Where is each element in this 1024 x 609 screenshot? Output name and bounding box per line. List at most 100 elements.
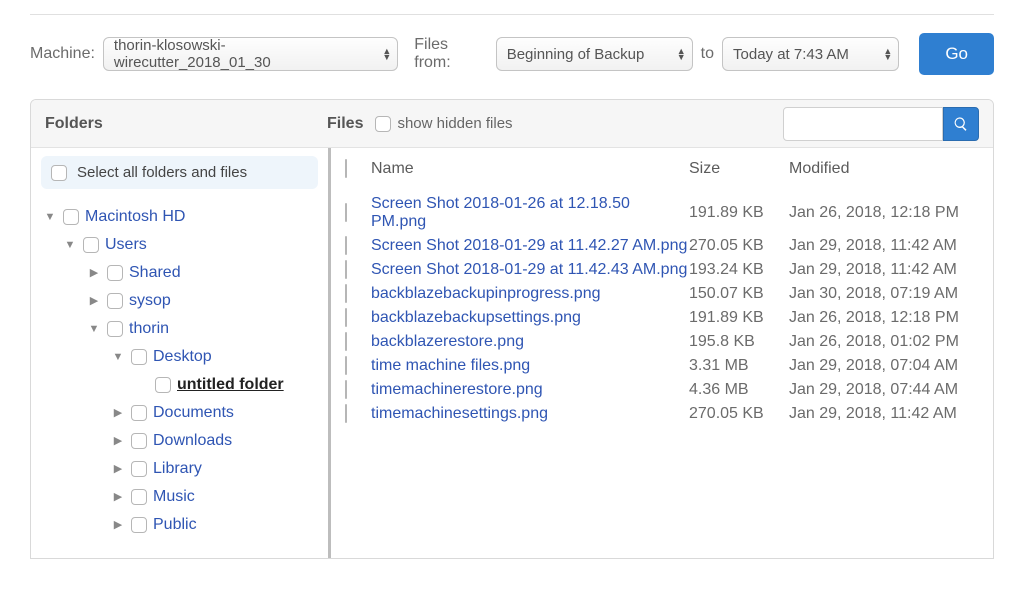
updown-icon: ▲▼: [883, 48, 892, 60]
search-button[interactable]: [943, 107, 979, 141]
file-name: time machine files.png: [371, 357, 689, 375]
folder-row[interactable]: ▶Shared: [31, 259, 328, 287]
to-select-value: Today at 7:43 AM: [733, 46, 849, 63]
search-input[interactable]: [783, 107, 943, 141]
folder-row[interactable]: ▼ Users: [31, 231, 328, 259]
folder-checkbox[interactable]: [83, 237, 99, 253]
chevron-down-icon[interactable]: ▼: [87, 319, 101, 339]
chevron-down-icon[interactable]: ▼: [111, 347, 125, 367]
updown-icon: ▲▼: [382, 48, 391, 60]
folder-checkbox[interactable]: [131, 433, 147, 449]
file-size: 4.36 MB: [689, 381, 789, 399]
file-row[interactable]: time machine files.png3.31 MBJan 29, 201…: [345, 354, 979, 378]
folder-label: Library: [153, 459, 202, 479]
file-modified: Jan 26, 2018, 12:18 PM: [789, 204, 979, 222]
folder-checkbox[interactable]: [107, 293, 123, 309]
folder-row[interactable]: ▼ Macintosh HD: [31, 203, 328, 231]
folder-checkbox[interactable]: [131, 489, 147, 505]
file-row[interactable]: timemachinesettings.png270.05 KBJan 29, …: [345, 402, 979, 426]
search-icon: [953, 116, 969, 132]
file-row[interactable]: backblazebackupsettings.png191.89 KBJan …: [345, 306, 979, 330]
file-modified: Jan 29, 2018, 11:42 AM: [789, 261, 979, 279]
file-size: 191.89 KB: [689, 309, 789, 327]
filter-bar: Machine: thorin-klosowski-wirecutter_201…: [0, 15, 1024, 99]
file-name: timemachinerestore.png: [371, 381, 689, 399]
folder-row[interactable]: ▶Downloads: [31, 427, 328, 455]
folder-label: Users: [105, 235, 147, 255]
folder-checkbox[interactable]: [107, 265, 123, 281]
file-checkbox[interactable]: [345, 203, 347, 222]
chevron-down-icon[interactable]: ▼: [63, 235, 77, 255]
folder-row[interactable]: untitled folder: [31, 371, 328, 399]
file-row[interactable]: backblazerestore.png195.8 KBJan 26, 2018…: [345, 330, 979, 354]
folder-checkbox[interactable]: [131, 405, 147, 421]
file-list: Screen Shot 2018-01-26 at 12.18.50 PM.pn…: [331, 188, 993, 430]
file-row[interactable]: timemachinerestore.png4.36 MBJan 29, 201…: [345, 378, 979, 402]
folder-label: sysop: [129, 291, 171, 311]
file-row[interactable]: Screen Shot 2018-01-29 at 11.42.43 AM.pn…: [345, 258, 979, 282]
file-name: backblazebackupsettings.png: [371, 309, 689, 327]
to-label: to: [701, 45, 714, 63]
file-row[interactable]: backblazebackupinprogress.png150.07 KBJa…: [345, 282, 979, 306]
machine-select[interactable]: thorin-klosowski-wirecutter_2018_01_30 ▲…: [103, 37, 398, 71]
file-checkbox[interactable]: [345, 284, 347, 303]
file-size: 193.24 KB: [689, 261, 789, 279]
file-checkbox[interactable]: [345, 236, 347, 255]
chevron-right-icon[interactable]: ▶: [111, 431, 125, 451]
go-button[interactable]: Go: [919, 33, 994, 75]
search-wrap: [783, 107, 979, 141]
col-size[interactable]: Size: [689, 160, 789, 178]
folder-row[interactable]: ▼Desktop: [31, 343, 328, 371]
panel-body: Select all folders and files ▼ Macintosh …: [31, 148, 993, 558]
file-name: backblazebackupinprogress.png: [371, 285, 689, 303]
file-modified: Jan 26, 2018, 01:02 PM: [789, 333, 979, 351]
select-all-files-checkbox[interactable]: [345, 159, 347, 178]
checkbox-icon: [375, 116, 391, 132]
folder-checkbox[interactable]: [131, 461, 147, 477]
file-checkbox[interactable]: [345, 260, 347, 279]
from-select-value: Beginning of Backup: [507, 46, 645, 63]
file-checkbox[interactable]: [345, 332, 347, 351]
folder-row[interactable]: ▶ Library: [31, 455, 328, 483]
folder-checkbox[interactable]: [131, 349, 147, 365]
folder-checkbox[interactable]: [155, 377, 171, 393]
select-all-row[interactable]: Select all folders and files: [41, 156, 318, 189]
folder-row[interactable]: ▶Documents: [31, 399, 328, 427]
col-modified[interactable]: Modified: [789, 160, 979, 178]
folder-row[interactable]: ▶Music: [31, 483, 328, 511]
machine-label: Machine:: [30, 45, 95, 63]
show-hidden-toggle[interactable]: show hidden files: [375, 115, 512, 132]
file-size: 195.8 KB: [689, 333, 789, 351]
file-checkbox[interactable]: [345, 380, 347, 399]
file-checkbox[interactable]: [345, 404, 347, 423]
chevron-right-icon[interactable]: ▶: [87, 291, 101, 311]
chevron-down-icon[interactable]: ▼: [43, 207, 57, 227]
col-name[interactable]: Name: [371, 160, 689, 178]
chevron-right-icon[interactable]: ▶: [87, 263, 101, 283]
file-header: Name Size Modified: [331, 148, 993, 188]
files-pane: Name Size Modified Screen Shot 2018-01-2…: [331, 148, 993, 558]
files-from-label: Files from:: [414, 36, 487, 72]
folder-row[interactable]: ▼thorin: [31, 315, 328, 343]
chevron-right-icon[interactable]: ▶: [111, 403, 125, 423]
folder-label: Macintosh HD: [85, 207, 185, 227]
file-name: backblazerestore.png: [371, 333, 689, 351]
file-row[interactable]: Screen Shot 2018-01-29 at 11.42.27 AM.pn…: [345, 234, 979, 258]
file-modified: Jan 29, 2018, 11:42 AM: [789, 237, 979, 255]
machine-select-value: thorin-klosowski-wirecutter_2018_01_30: [114, 37, 374, 71]
file-checkbox[interactable]: [345, 308, 347, 327]
folder-checkbox[interactable]: [107, 321, 123, 337]
folder-row[interactable]: ▶ sysop: [31, 287, 328, 315]
chevron-right-icon[interactable]: ▶: [111, 459, 125, 479]
show-hidden-label: show hidden files: [397, 115, 512, 132]
to-select[interactable]: Today at 7:43 AM ▲▼: [722, 37, 899, 71]
file-size: 270.05 KB: [689, 237, 789, 255]
file-row[interactable]: Screen Shot 2018-01-26 at 12.18.50 PM.pn…: [345, 192, 979, 234]
from-select[interactable]: Beginning of Backup ▲▼: [496, 37, 693, 71]
chevron-right-icon[interactable]: ▶: [111, 487, 125, 507]
folder-checkbox[interactable]: [63, 209, 79, 225]
folder-row[interactable]: ▶Public: [31, 511, 328, 539]
chevron-right-icon[interactable]: ▶: [111, 515, 125, 535]
file-checkbox[interactable]: [345, 356, 347, 375]
folder-checkbox[interactable]: [131, 517, 147, 533]
